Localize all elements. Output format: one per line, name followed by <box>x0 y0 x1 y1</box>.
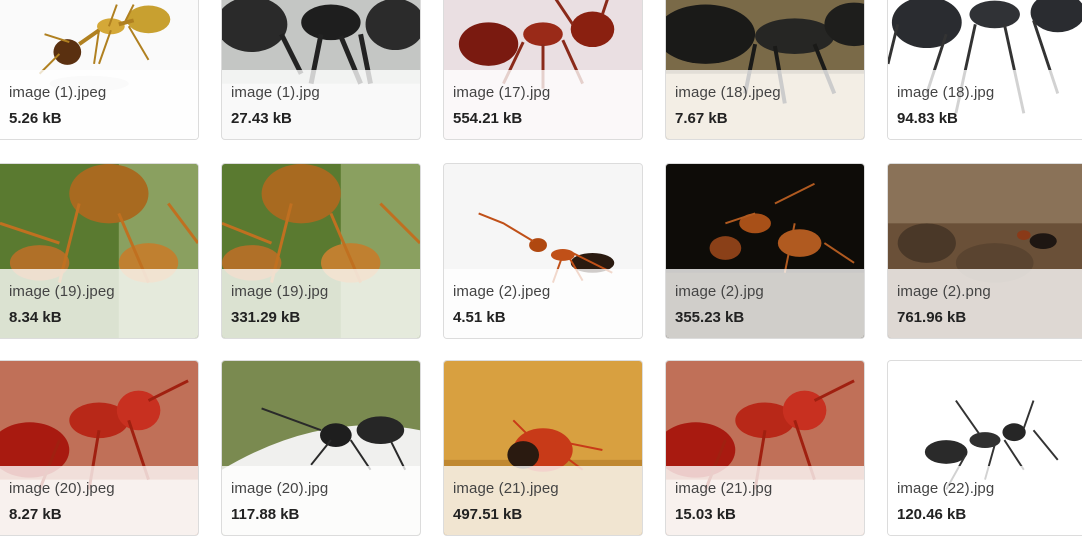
file-size: 331.29 kB <box>231 309 301 326</box>
file-name: image (22).jpg <box>897 480 995 497</box>
file-size: 117.88 kB <box>231 506 300 523</box>
file-card[interactable]: image (19).jpg 331.29 kB <box>221 163 421 339</box>
file-name: image (1).jpg <box>231 84 320 101</box>
file-card[interactable]: image (17).jpg 554.21 kB <box>443 0 643 140</box>
file-name: image (21).jpeg <box>453 480 559 497</box>
file-size: 554.21 kB <box>453 110 523 127</box>
file-caption: image (20).jpg 117.88 kB <box>222 466 420 535</box>
file-card[interactable]: image (22).jpg 120.46 kB <box>887 360 1082 536</box>
file-name: image (20).jpg <box>231 480 329 497</box>
file-size: 761.96 kB <box>897 309 967 326</box>
file-caption: image (1).jpeg 5.26 kB <box>0 70 198 139</box>
file-name: image (20).jpeg <box>9 480 115 497</box>
file-card[interactable]: image (2).jpeg 4.51 kB <box>443 163 643 339</box>
file-card[interactable]: image (2).png 761.96 kB <box>887 163 1082 339</box>
file-caption: image (2).jpeg 4.51 kB <box>444 269 642 338</box>
file-card[interactable]: image (20).jpg 117.88 kB <box>221 360 421 536</box>
file-size: 4.51 kB <box>453 309 506 326</box>
file-caption: image (19).jpg 331.29 kB <box>222 269 420 338</box>
file-caption: image (22).jpg 120.46 kB <box>888 466 1082 535</box>
file-card[interactable]: image (2).jpg 355.23 kB <box>665 163 865 339</box>
file-caption: image (20).jpeg 8.27 kB <box>0 466 198 535</box>
file-name: image (19).jpg <box>231 283 329 300</box>
file-name: image (18).jpg <box>897 84 995 101</box>
file-name: image (21).jpg <box>675 480 773 497</box>
file-caption: image (21).jpg 15.03 kB <box>666 466 864 535</box>
file-name: image (2).png <box>897 283 991 300</box>
file-caption: image (19).jpeg 8.34 kB <box>0 269 198 338</box>
file-name: image (17).jpg <box>453 84 551 101</box>
file-name: image (18).jpeg <box>675 84 781 101</box>
file-name: image (2).jpeg <box>453 283 551 300</box>
file-card[interactable]: image (18).jpeg 7.67 kB <box>665 0 865 140</box>
file-caption: image (18).jpeg 7.67 kB <box>666 70 864 139</box>
file-card[interactable]: image (19).jpeg 8.34 kB <box>0 163 199 339</box>
file-card[interactable]: image (1).jpg 27.43 kB <box>221 0 421 140</box>
file-caption: image (1).jpg 27.43 kB <box>222 70 420 139</box>
file-caption: image (2).png 761.96 kB <box>888 269 1082 338</box>
file-card[interactable]: image (21).jpg 15.03 kB <box>665 360 865 536</box>
file-grid: image (1).jpeg 5.26 kB image (1).jpg 27.… <box>0 0 1082 537</box>
file-size: 497.51 kB <box>453 506 523 523</box>
file-card[interactable]: image (21).jpeg 497.51 kB <box>443 360 643 536</box>
file-size: 8.27 kB <box>9 506 62 523</box>
file-name: image (19).jpeg <box>9 283 115 300</box>
file-card[interactable]: image (18).jpg 94.83 kB <box>887 0 1082 140</box>
file-caption: image (21).jpeg 497.51 kB <box>444 466 642 535</box>
file-size: 15.03 kB <box>675 506 736 523</box>
file-caption: image (17).jpg 554.21 kB <box>444 70 642 139</box>
file-name: image (1).jpeg <box>9 84 107 101</box>
file-size: 27.43 kB <box>231 110 292 127</box>
file-caption: image (18).jpg 94.83 kB <box>888 70 1082 139</box>
file-caption: image (2).jpg 355.23 kB <box>666 269 864 338</box>
file-size: 120.46 kB <box>897 506 967 523</box>
file-size: 355.23 kB <box>675 309 745 326</box>
file-name: image (2).jpg <box>675 283 764 300</box>
file-card[interactable]: image (20).jpeg 8.27 kB <box>0 360 199 536</box>
file-size: 7.67 kB <box>675 110 728 127</box>
file-size: 94.83 kB <box>897 110 958 127</box>
file-size: 8.34 kB <box>9 309 62 326</box>
file-size: 5.26 kB <box>9 110 62 127</box>
file-card[interactable]: image (1).jpeg 5.26 kB <box>0 0 199 140</box>
